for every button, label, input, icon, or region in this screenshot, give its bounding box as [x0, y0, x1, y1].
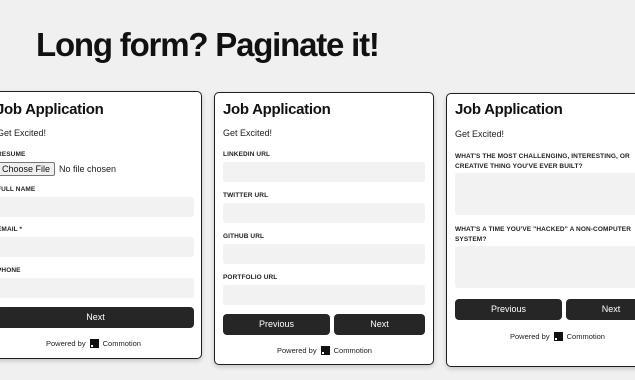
phone-input[interactable]	[0, 278, 194, 298]
form-card-step-2: Job Application Get Excited! LINKEDIN UR…	[214, 92, 434, 365]
phone-label: PHONE	[0, 267, 21, 274]
card-subtitle: Get Excited!	[455, 129, 505, 139]
next-button[interactable]: Next	[566, 299, 635, 320]
resume-file-input[interactable]: Choose File No file chosen	[0, 162, 116, 176]
resume-label: RESUME	[0, 151, 26, 158]
github-url-input[interactable]	[223, 244, 425, 264]
twitter-url-input[interactable]	[223, 203, 425, 223]
form-card-step-1: Job Application Get Excited! RESUME Choo…	[0, 91, 202, 359]
hacked-system-label: WHAT'S A TIME YOU'VE "HACKED" A NON-COMP…	[455, 226, 632, 243]
powered-by[interactable]: Powered by Commotion	[277, 346, 372, 355]
linkedin-url-label: LINKEDIN URL	[223, 151, 271, 158]
card-subtitle: Get Excited!	[0, 128, 47, 138]
challenging-build-label: WHAT'S THE MOST CHALLENGING, INTERESTING…	[455, 153, 630, 170]
commotion-logo-icon	[320, 346, 330, 355]
portfolio-url-label: PORTFOLIO URL	[223, 274, 278, 281]
challenging-build-textarea[interactable]	[455, 173, 635, 215]
next-button[interactable]: Next	[0, 307, 194, 328]
next-button[interactable]: Next	[334, 314, 425, 335]
choose-file-button[interactable]: Choose File	[0, 162, 56, 176]
powered-by[interactable]: Powered by Commotion	[46, 339, 141, 348]
email-input[interactable]	[0, 237, 194, 257]
twitter-url-label: TWITTER URL	[223, 192, 269, 199]
powered-by[interactable]: Powered by Commotion	[510, 332, 605, 341]
brand-name: Commotion	[566, 332, 605, 341]
commotion-logo-icon	[89, 339, 99, 348]
brand-name: Commotion	[333, 346, 372, 355]
card-title: Job Application	[455, 101, 563, 118]
file-status: No file chosen	[59, 164, 117, 174]
brand-name: Commotion	[102, 339, 141, 348]
previous-button[interactable]: Previous	[455, 299, 562, 320]
page-headline: Long form? Paginate it!	[36, 26, 380, 63]
github-url-label: GITHUB URL	[223, 233, 265, 240]
commotion-logo-icon	[553, 332, 563, 341]
full-name-input[interactable]	[0, 197, 194, 217]
powered-by-text: Powered by	[46, 339, 86, 348]
email-label: EMAIL *	[0, 226, 23, 233]
previous-button[interactable]: Previous	[223, 314, 330, 335]
full-name-label: FULL NAME	[0, 186, 36, 193]
form-card-step-3: Job Application Get Excited! WHAT'S THE …	[446, 93, 635, 367]
linkedin-url-input[interactable]	[223, 162, 425, 182]
powered-by-text: Powered by	[277, 346, 317, 355]
card-title: Job Application	[0, 101, 104, 118]
powered-by-text: Powered by	[510, 332, 550, 341]
portfolio-url-input[interactable]	[223, 285, 425, 305]
card-subtitle: Get Excited!	[223, 128, 273, 138]
card-title: Job Application	[223, 101, 331, 118]
hacked-system-textarea[interactable]	[455, 246, 635, 288]
